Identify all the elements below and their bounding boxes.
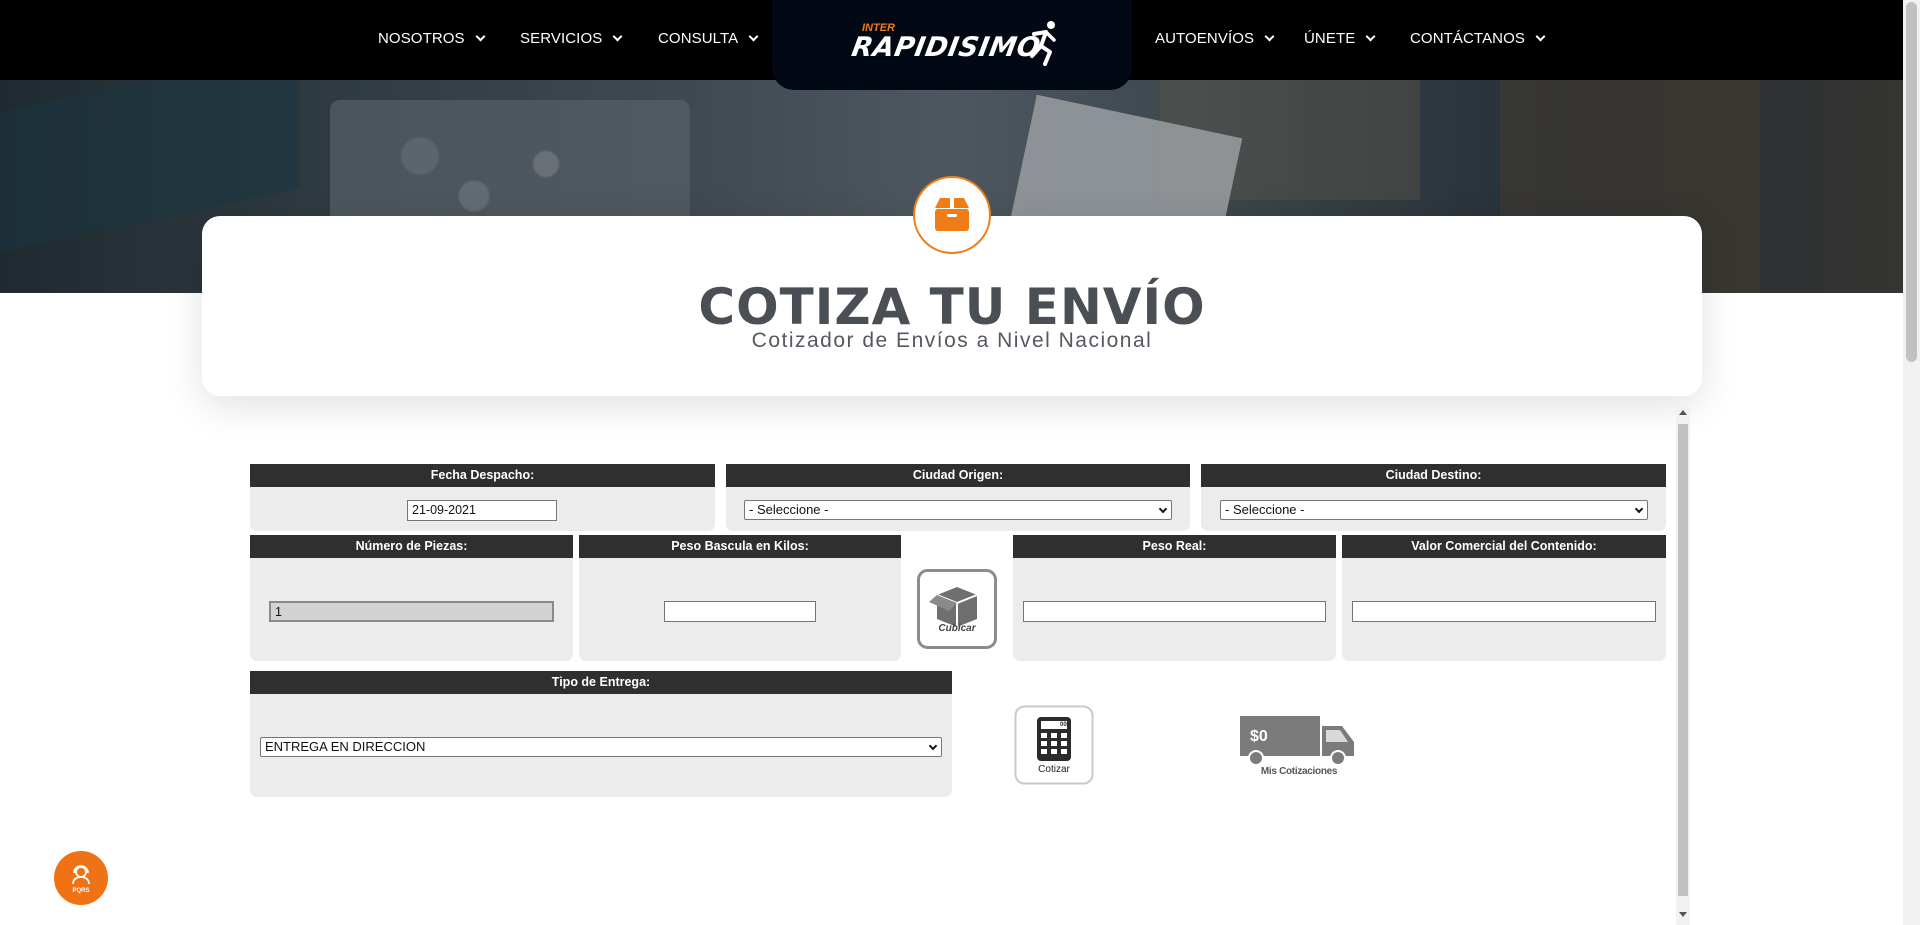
peso-bascula-panel: Peso Bascula en Kilos: (579, 535, 901, 661)
page-title: COTIZA TU ENVÍO (698, 278, 1206, 336)
peso-real-input[interactable] (1023, 601, 1326, 622)
destino-select-value: - Seleccione - (1225, 502, 1305, 517)
mis-cotizaciones-label: Mis Cotizaciones (1260, 766, 1338, 777)
peso-real-panel: Peso Real: (1013, 535, 1336, 661)
destino-panel: Ciudad Destino: - Seleccione - (1201, 464, 1666, 531)
calculator-display: 000 (1060, 722, 1071, 728)
cube-box-icon (917, 569, 997, 649)
cubicar-label: Cubicar (938, 623, 976, 634)
tipo-entrega-label: Tipo de Entrega: (250, 671, 952, 694)
nav-contactanos-label: CONTÁCTANOS (1410, 30, 1525, 47)
page-scrollbar[interactable] (1903, 0, 1920, 925)
nav-unete[interactable]: ÚNETE (1304, 30, 1376, 47)
chevron-down-icon (1634, 504, 1644, 514)
destino-label: Ciudad Destino: (1201, 464, 1666, 487)
page-scrollbar-thumb[interactable] (1906, 2, 1917, 362)
nav-nosotros-label: NOSOTROS (378, 30, 465, 47)
form-scrollbar-thumb[interactable] (1678, 424, 1688, 896)
nav-consulta-label: CONSULTA (658, 30, 739, 47)
origen-select[interactable]: - Seleccione - (744, 500, 1172, 520)
fecha-label: Fecha Despacho: (250, 464, 715, 487)
chevron-down-icon (1158, 504, 1168, 514)
cotizar-button[interactable]: 000 Cotizar (1014, 705, 1094, 785)
nav-nosotros[interactable]: NOSOTROS (378, 30, 486, 47)
headset-agent-icon (72, 865, 90, 885)
valor-panel: Valor Comercial del Contenido: (1342, 535, 1666, 661)
page-subtitle: Cotizador de Envíos a Nivel Nacional (751, 329, 1153, 352)
chevron-down-icon (1535, 31, 1546, 42)
mis-cotizaciones-button[interactable]: $0 Mis Cotizaciones (1238, 712, 1360, 784)
cotizar-label: Cotizar (1038, 764, 1070, 775)
chevron-down-icon (475, 31, 486, 42)
total-amount: $0 (1250, 728, 1268, 745)
valor-input[interactable] (1352, 601, 1656, 622)
origen-label: Ciudad Origen: (726, 464, 1190, 487)
nav-servicios[interactable]: SERVICIOS (520, 30, 623, 47)
tipo-entrega-value: ENTREGA EN DIRECCION (265, 739, 426, 754)
chevron-down-icon (612, 31, 623, 42)
nav-contactanos[interactable]: CONTÁCTANOS (1410, 30, 1546, 47)
piezas-input[interactable]: 1 (269, 601, 554, 622)
scroll-up-arrow-icon[interactable] (1679, 410, 1687, 415)
chevron-down-icon (928, 741, 938, 751)
chevron-down-icon (1365, 31, 1376, 42)
origen-panel: Ciudad Origen: - Seleccione - (726, 464, 1190, 531)
valor-label: Valor Comercial del Contenido: (1342, 535, 1666, 558)
pqrs-button[interactable]: PQRS (54, 851, 108, 905)
origen-select-value: - Seleccione - (749, 502, 829, 517)
runner-icon (1030, 21, 1056, 66)
piezas-panel: Número de Piezas: 1 (250, 535, 573, 661)
box-icon (913, 176, 991, 254)
peso-bascula-input[interactable] (664, 601, 816, 622)
chevron-down-icon (748, 31, 759, 42)
logo-rapidisimo-text: RAPIDISIMO (849, 32, 1044, 63)
nav-consulta[interactable]: CONSULTA (658, 30, 759, 47)
piezas-label: Número de Piezas: (250, 535, 573, 558)
tipo-entrega-panel: Tipo de Entrega: ENTREGA EN DIRECCION (250, 671, 952, 797)
pqrs-label: PQRS (72, 888, 90, 894)
peso-real-label: Peso Real: (1013, 535, 1336, 558)
destino-select[interactable]: - Seleccione - (1220, 500, 1648, 520)
chevron-down-icon (1264, 31, 1275, 42)
cubicar-button[interactable]: Cubicar (917, 569, 997, 649)
nav-autoenvios[interactable]: AUTOENVÍOS (1155, 30, 1275, 47)
form-scrollbar[interactable] (1676, 406, 1690, 925)
nav-servicios-label: SERVICIOS (520, 30, 603, 47)
fecha-panel: Fecha Despacho: 21-09-2021 (250, 464, 715, 531)
logo[interactable]: INTER RAPIDISIMO (849, 21, 1057, 70)
peso-bascula-label: Peso Bascula en Kilos: (579, 535, 901, 558)
nav-autoenvios-label: AUTOENVÍOS (1155, 30, 1255, 47)
nav-unete-label: ÚNETE (1304, 30, 1356, 47)
tipo-entrega-select[interactable]: ENTREGA EN DIRECCION (260, 737, 942, 757)
scroll-down-arrow-icon[interactable] (1679, 912, 1687, 917)
fecha-input[interactable]: 21-09-2021 (407, 500, 557, 521)
